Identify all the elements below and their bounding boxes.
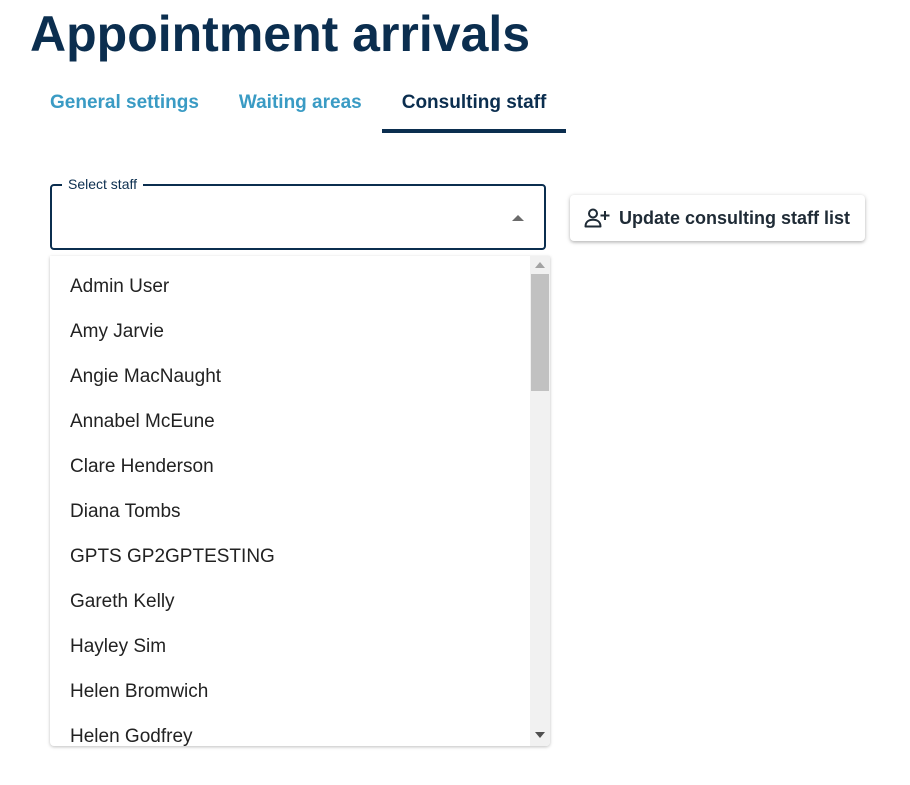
person-add-icon [584,207,610,229]
caret-up-icon[interactable] [512,215,524,221]
dropdown-scrollbar[interactable] [530,256,550,746]
scroll-down-arrow-icon[interactable] [535,732,545,738]
tab-bar: General settings Waiting areas Consultin… [30,80,566,134]
staff-option[interactable]: GPTS GP2GPTESTING [50,534,530,579]
tab-general-settings[interactable]: General settings [30,80,219,128]
select-staff-label: Select staff [62,175,144,193]
scroll-up-arrow-icon[interactable] [535,262,545,268]
staff-option[interactable]: Clare Henderson [50,444,530,489]
staff-option[interactable]: Helen Godfrey [50,714,530,746]
update-consulting-staff-button[interactable]: Update consulting staff list [570,195,865,241]
page: Appointment arrivals General settings Wa… [0,0,910,785]
staff-option[interactable]: Helen Bromwich [50,669,530,714]
staff-option[interactable]: Annabel McEune [50,399,530,444]
update-consulting-staff-label: Update consulting staff list [619,207,851,228]
staff-options: Admin User Amy Jarvie Angie MacNaught An… [50,264,530,746]
staff-dropdown-list: Admin User Amy Jarvie Angie MacNaught An… [50,256,550,746]
staff-option[interactable]: Angie MacNaught [50,354,530,399]
staff-option[interactable]: Gareth Kelly [50,579,530,624]
scroll-thumb[interactable] [531,274,549,391]
tab-waiting-areas[interactable]: Waiting areas [219,80,382,128]
tab-consulting-staff[interactable]: Consulting staff [381,80,567,133]
page-title: Appointment arrivals [30,6,531,62]
staff-option[interactable]: Hayley Sim [50,624,530,669]
staff-option[interactable]: Amy Jarvie [50,309,530,354]
staff-option[interactable]: Admin User [50,264,530,309]
select-staff-field[interactable]: Select staff [50,175,546,250]
staff-option[interactable]: Diana Tombs [50,489,530,534]
